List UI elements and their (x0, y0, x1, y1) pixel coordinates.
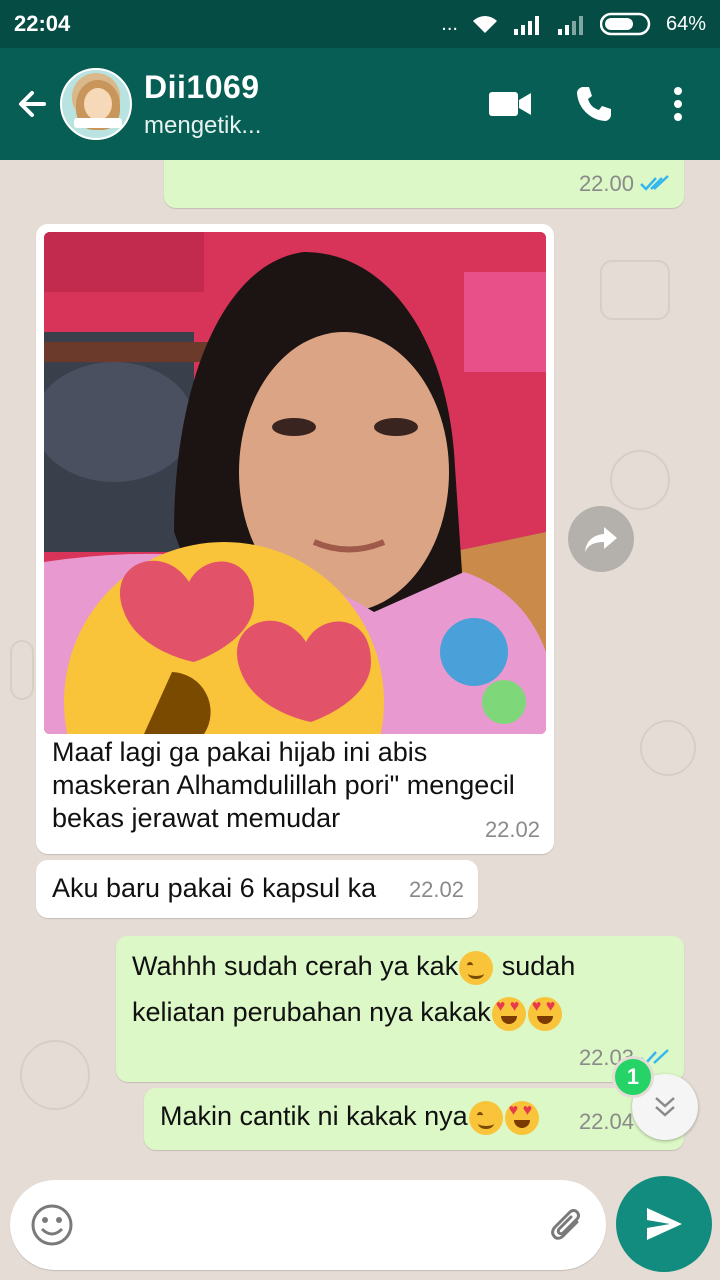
chat-header: Dii1069 mengetik... (0, 48, 720, 160)
battery-icon (599, 12, 654, 36)
contact-info[interactable]: Dii1069 mengetik... (144, 69, 261, 140)
attach-button[interactable] (526, 1180, 606, 1270)
back-button[interactable] (4, 48, 60, 160)
forward-arrow-icon (585, 527, 617, 552)
voice-call-button[interactable] (552, 48, 636, 160)
message-text: keliatan perubahan nya kakak (132, 997, 491, 1027)
contact-status: mengetik... (144, 111, 262, 139)
chat-area[interactable]: 22.00 Maaf lagi ga pakai hijab ini abis … (0, 160, 720, 1172)
wifi-icon (470, 13, 500, 35)
forward-button[interactable] (568, 506, 634, 572)
signal-icon (512, 13, 544, 35)
paperclip-icon (551, 1209, 580, 1240)
wallpaper-doodle (20, 1040, 90, 1110)
wallpaper-doodle (640, 720, 696, 776)
message-text: Aku baru pakai 6 kapsul ka (52, 873, 377, 903)
message-text: sudah (494, 951, 576, 981)
phone-icon (577, 87, 611, 121)
video-call-button[interactable] (468, 48, 552, 160)
message-input-container (10, 1180, 606, 1270)
heart-eyes-emoji-icon (491, 996, 526, 1031)
send-button[interactable] (616, 1176, 712, 1272)
unread-count-badge: 1 (612, 1056, 654, 1098)
message-photo[interactable] (44, 232, 546, 734)
battery-percent: 64% (665, 12, 706, 35)
message-outgoing[interactable]: 22.00 (164, 160, 684, 208)
message-line: keliatan perubahan nya kakak (132, 996, 563, 1031)
message-text: Wahhh sudah cerah ya kak (132, 951, 459, 981)
status-icons: ... 64% (441, 12, 706, 36)
caption-line: Maaf lagi ga pakai hijab ini abis (52, 737, 428, 767)
smiling-face-emoji-icon (468, 1100, 503, 1135)
notification-dots: ... (441, 12, 458, 35)
signal-icon-2 (556, 13, 588, 35)
wallpaper-doodle (610, 450, 670, 510)
smiley-icon (31, 1204, 73, 1246)
photo-caption: Maaf lagi ga pakai hijab ini abis masker… (52, 736, 542, 835)
more-options-button[interactable] (636, 48, 720, 160)
message-meta: 22.02 (485, 813, 540, 846)
double-chevron-down-icon (655, 1097, 675, 1117)
emoji-button[interactable] (10, 1180, 94, 1270)
message-meta: 22.00 (579, 167, 670, 200)
message-text: Makin cantik ni kakak nya (160, 1101, 468, 1131)
message-outgoing[interactable]: Wahhh sudah cerah ya kak sudah keliatan … (116, 936, 684, 1082)
more-vertical-icon (674, 87, 682, 121)
heart-eyes-emoji-icon (527, 996, 562, 1031)
caption-line: bekas jerawat memudar (52, 803, 341, 833)
contact-name: Dii1069 (144, 68, 260, 105)
avatar[interactable] (60, 68, 132, 140)
message-line: Makin cantik ni kakak nya (160, 1100, 540, 1135)
message-time: 22.00 (578, 171, 634, 196)
message-line: Wahhh sudah cerah ya kak sudah (132, 950, 575, 985)
photo-image (44, 232, 546, 734)
message-time: 22.04 (578, 1109, 634, 1134)
smiling-face-emoji-icon (459, 950, 494, 985)
status-time: 22:04 (14, 11, 71, 36)
message-outgoing[interactable]: Makin cantik ni kakak nya 22.04 (144, 1088, 684, 1150)
message-time: 22.02 (484, 817, 540, 842)
message-time: 22.02 (408, 877, 464, 902)
message-incoming[interactable]: Aku baru pakai 6 kapsul ka 22.02 (36, 860, 478, 918)
message-input[interactable] (94, 1209, 526, 1241)
caption-line: maskeran Alhamdulillah pori" mengecil (52, 770, 515, 800)
heart-eyes-emoji-icon (504, 1100, 539, 1135)
wallpaper-doodle (10, 640, 34, 700)
message-meta: 22.02 (409, 873, 464, 906)
wallpaper-doodle (600, 260, 670, 320)
status-bar: 22:04 ... 64% (0, 0, 720, 48)
double-check-icon (640, 174, 669, 191)
composer (0, 1172, 720, 1280)
send-icon (647, 1208, 682, 1240)
video-camera-icon (489, 92, 531, 116)
message-incoming-photo[interactable]: Maaf lagi ga pakai hijab ini abis masker… (36, 224, 554, 854)
arrow-left-icon (19, 91, 46, 117)
